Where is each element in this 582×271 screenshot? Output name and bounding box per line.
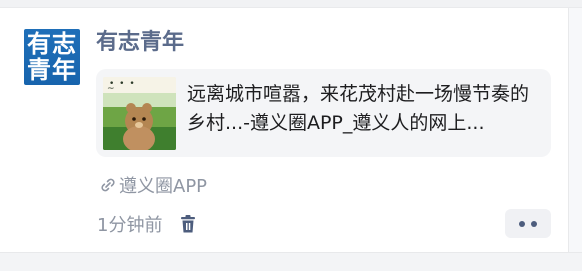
source-link[interactable]: 遵义圈APP bbox=[98, 172, 207, 198]
shared-link-title: 远离城市喧嚣，来花茂村赴一场慢节奏的乡村...-遵义圈APP_遵义人的网上... bbox=[187, 83, 530, 134]
shared-link-card[interactable]: ~ • • • 远离城市喧嚣，来花茂村赴一场慢节奏的乡村...-遵义圈APP_遵… bbox=[96, 69, 551, 157]
post-time: 1分钟前 bbox=[97, 215, 163, 236]
trash-icon[interactable] bbox=[179, 214, 197, 234]
right-gutter bbox=[569, 8, 582, 252]
source-name: 遵义圈APP bbox=[119, 176, 208, 197]
avatar[interactable]: 有志 青年 bbox=[24, 29, 80, 85]
more-dots-icon bbox=[519, 220, 525, 227]
avatar-text-line-2: 青年 bbox=[27, 56, 77, 84]
more-dots-icon bbox=[531, 220, 537, 227]
avatar-text-line-1: 有志 bbox=[27, 30, 77, 58]
more-button[interactable] bbox=[505, 209, 551, 238]
top-separator bbox=[0, 0, 582, 8]
link-icon bbox=[101, 178, 115, 192]
bottom-separator bbox=[0, 252, 582, 271]
author-name[interactable]: 有志青年 bbox=[96, 24, 184, 56]
shared-link-thumbnail: ~ • • • bbox=[103, 77, 176, 150]
thumbnail-caption: • • • bbox=[109, 79, 136, 89]
